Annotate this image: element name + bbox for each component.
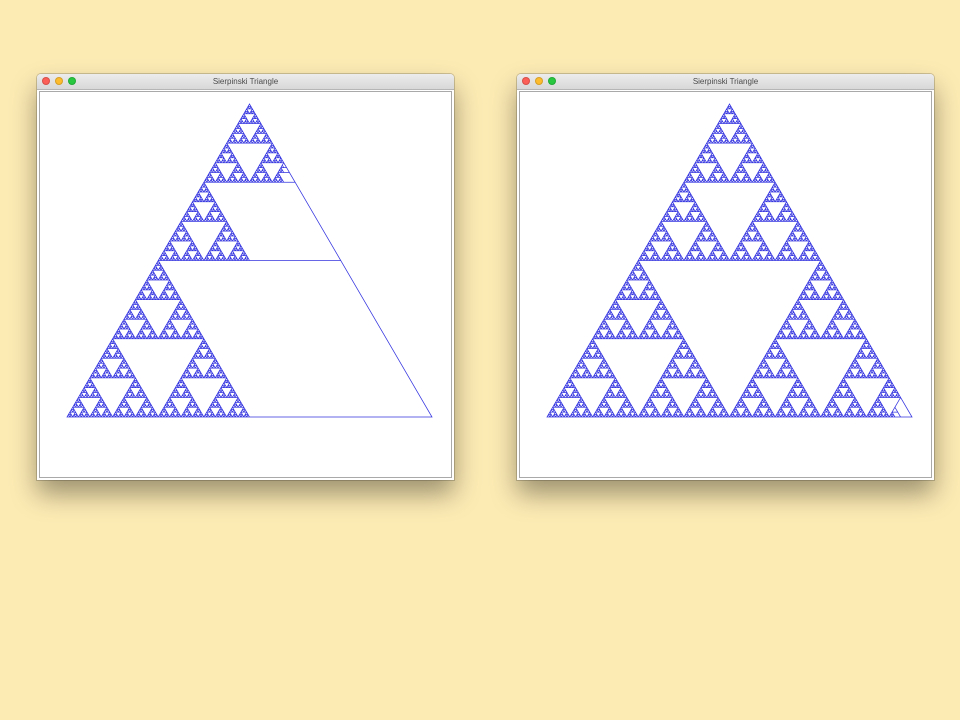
- drawing-canvas: [519, 91, 932, 478]
- sierpinski-triangle-path: [546, 103, 913, 418]
- sierpinski-drawing: [546, 103, 913, 418]
- window-titlebar[interactable]: Sierpinski Triangle: [517, 74, 934, 90]
- window-title: Sierpinski Triangle: [692, 77, 759, 86]
- drawing-canvas: [39, 91, 452, 478]
- window-titlebar[interactable]: Sierpinski Triangle: [37, 74, 454, 90]
- sierpinski-window-right[interactable]: Sierpinski Triangle: [517, 74, 934, 480]
- sierpinski-drawing: [66, 103, 433, 418]
- window-title: Sierpinski Triangle: [212, 77, 279, 86]
- sierpinski-window-left[interactable]: Sierpinski Triangle: [37, 74, 454, 480]
- sierpinski-triangle-path: [66, 103, 433, 418]
